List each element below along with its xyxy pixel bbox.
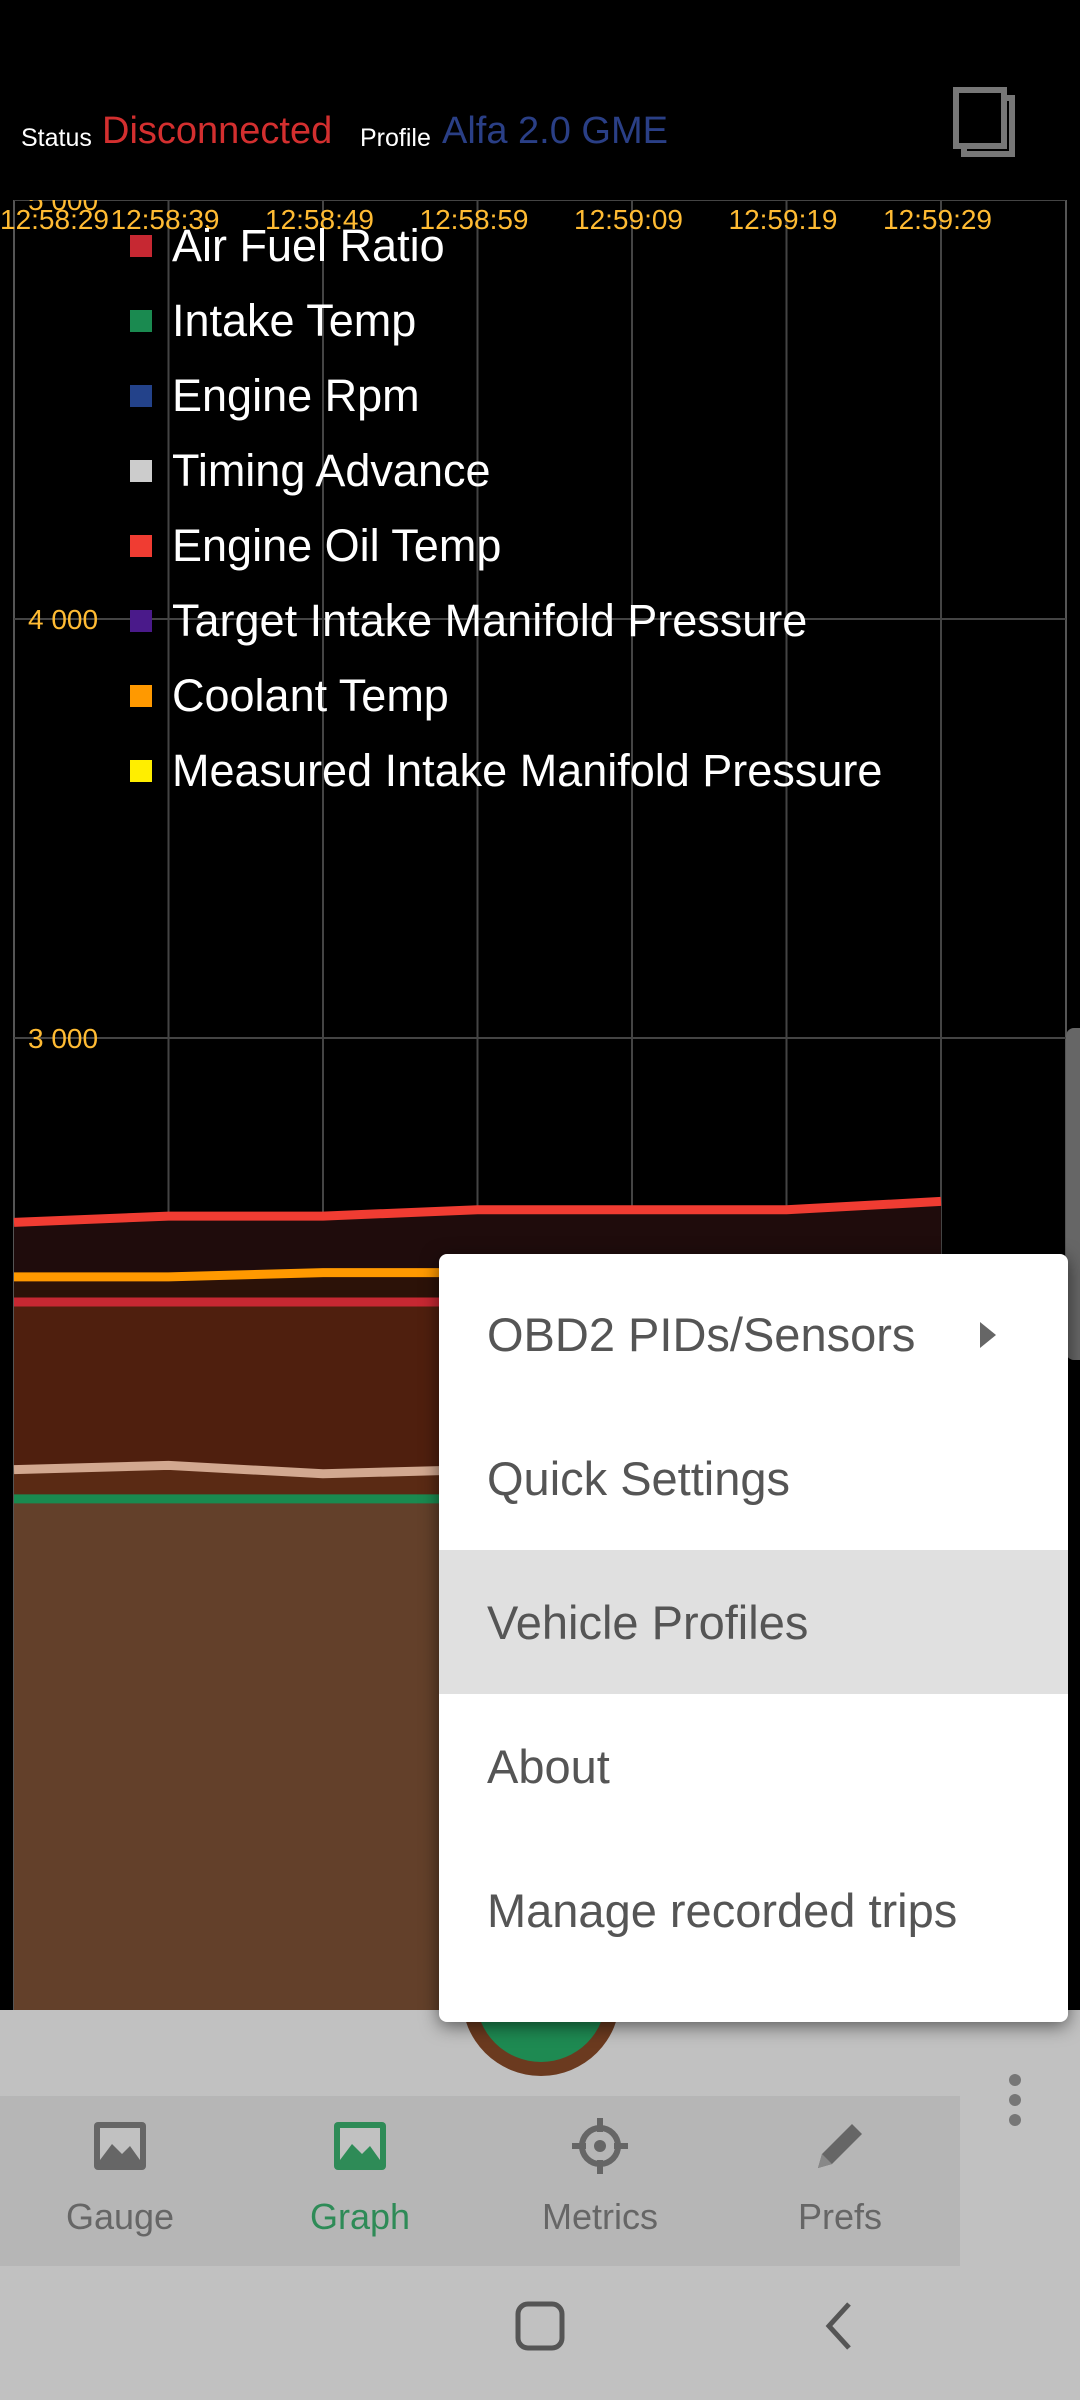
copy-icon[interactable]	[940, 80, 1035, 175]
back-nav-button[interactable]	[815, 2296, 865, 2356]
top-bar: Status Disconnected Profile Alfa 2.0 GME	[0, 80, 1080, 200]
submenu-arrow-icon	[980, 1322, 996, 1348]
tab-metrics[interactable]: Metrics	[500, 2116, 700, 2246]
menu-item-label: Quick Settings	[487, 1451, 791, 1505]
more-vert-icon[interactable]	[1000, 2070, 1030, 2130]
menu-item-label: Vehicle Profiles	[487, 1595, 809, 1649]
legend-label: Timing Advance	[172, 444, 491, 496]
menu-item-label: Manage recorded trips	[487, 1883, 958, 1937]
x-tick-label: 12:59:29	[883, 204, 992, 235]
image-icon	[334, 2122, 386, 2170]
legend-item: Coolant Temp	[130, 658, 882, 733]
legend-item: Target Intake Manifold Pressure	[130, 583, 882, 658]
pencil-icon	[818, 2124, 862, 2168]
legend-item: Timing Advance	[130, 433, 882, 508]
legend-item: Measured Intake Manifold Pressure	[130, 733, 882, 808]
legend-label: Engine Rpm	[172, 369, 420, 421]
tab-label: Prefs	[797, 2196, 883, 2237]
legend-swatch	[130, 309, 152, 332]
tab-label: Metrics	[542, 2196, 658, 2237]
y-tick-label: 4 000	[28, 604, 98, 635]
menu-item-quick-settings[interactable]: Quick Settings	[439, 1406, 1068, 1550]
menu-item-label: OBD2 PIDs/Sensors	[487, 1307, 916, 1361]
legend-swatch	[130, 384, 152, 407]
legend-swatch	[130, 609, 152, 632]
tab-prefs[interactable]: Prefs	[740, 2116, 940, 2246]
scroll-handle[interactable]	[1066, 1028, 1080, 1360]
y-tick-label: 3 000	[28, 1023, 98, 1054]
legend-label: Target Intake Manifold Pressure	[172, 594, 808, 646]
profile-value[interactable]: Alfa 2.0 GME	[442, 110, 668, 153]
legend-label: Engine Oil Temp	[172, 519, 502, 571]
image-icon	[94, 2122, 146, 2170]
chart-legend: Air Fuel Ratio Intake Temp Engine Rpm Timin…	[130, 208, 882, 808]
system-status-bar	[0, 0, 1080, 80]
y-tick-label: 5 000	[28, 200, 98, 216]
legend-label: Intake Temp	[172, 294, 417, 346]
tab-label: Gauge	[65, 2196, 175, 2237]
status-value: Disconnected	[102, 110, 333, 152]
legend-swatch	[130, 459, 152, 482]
legend-swatch	[130, 759, 152, 782]
legend-swatch	[130, 534, 152, 557]
menu-item-obd2-pids[interactable]: OBD2 PIDs/Sensors	[439, 1262, 1068, 1406]
home-nav-button[interactable]	[510, 2296, 570, 2356]
legend-label: Measured Intake Manifold Pressure	[172, 744, 883, 796]
tab-gauge[interactable]: Gauge	[20, 2116, 220, 2246]
legend-item: Engine Oil Temp	[130, 508, 882, 583]
legend-label: Air Fuel Ratio	[172, 219, 445, 271]
legend-item: Air Fuel Ratio	[130, 208, 882, 283]
overflow-menu: OBD2 PIDs/Sensors Quick Settings Vehicle…	[439, 1254, 1068, 2022]
profile-label: Profile	[360, 124, 431, 152]
crosshair-icon	[572, 2118, 628, 2174]
tab-graph[interactable]: Graph	[260, 2116, 460, 2246]
menu-item-vehicle-profiles[interactable]: Vehicle Profiles	[439, 1550, 1068, 1694]
status-label: Status	[21, 124, 92, 152]
tab-label: Graph	[309, 2196, 411, 2237]
legend-item: Engine Rpm	[130, 358, 882, 433]
legend-swatch	[130, 684, 152, 707]
menu-item-manage-trips[interactable]: Manage recorded trips	[439, 1838, 1068, 1982]
menu-item-about[interactable]: About	[439, 1694, 1068, 1838]
legend-label: Coolant Temp	[172, 669, 449, 721]
legend-swatch	[130, 234, 152, 257]
legend-item: Intake Temp	[130, 283, 882, 358]
menu-item-label: About	[487, 1739, 610, 1793]
